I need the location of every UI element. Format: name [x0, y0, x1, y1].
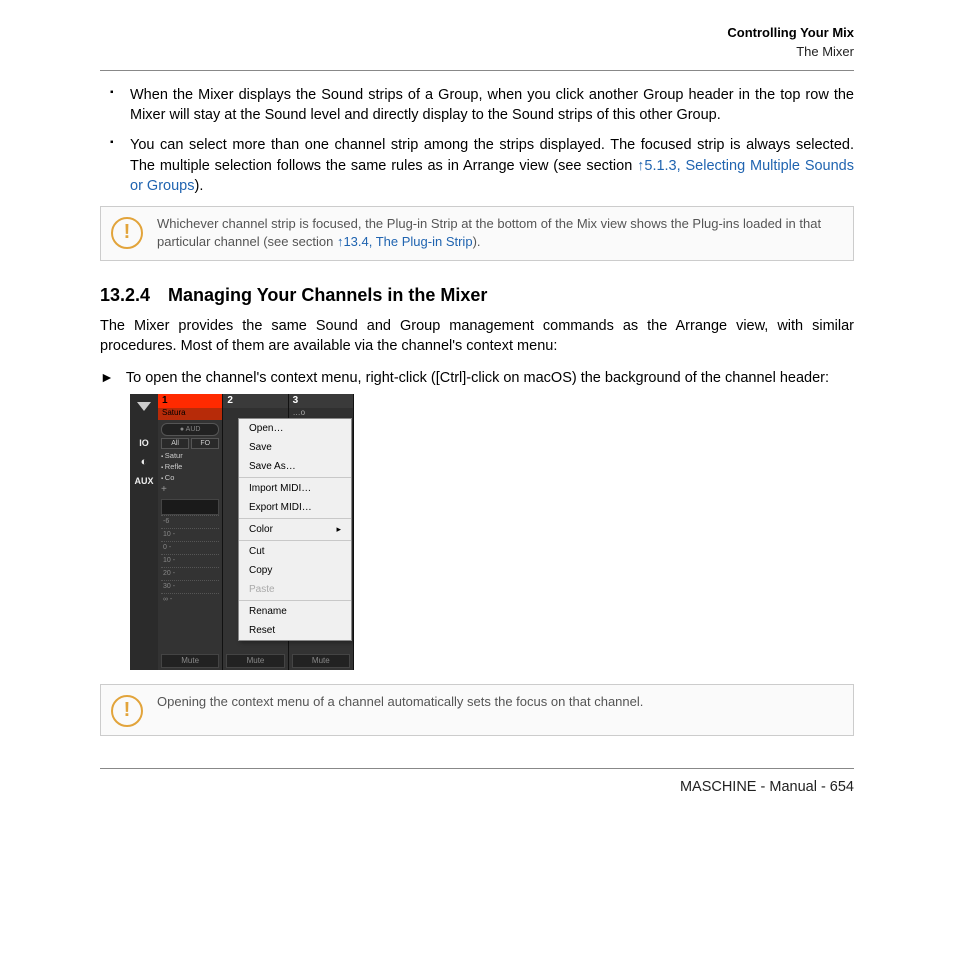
note1-text-b: ).: [473, 234, 481, 249]
header-rule: [100, 70, 854, 71]
ch1-add[interactable]: +: [161, 484, 222, 495]
note-focus: ! Opening the context menu of a channel …: [100, 684, 854, 736]
menu-item: Paste: [239, 580, 351, 599]
ch1-number: 1: [158, 394, 222, 408]
header-title: Controlling Your Mix: [100, 24, 854, 43]
collapse-icon[interactable]: [137, 402, 151, 411]
bullet-2-text-b: ).: [194, 178, 203, 194]
bullet-1: When the Mixer displays the Sound strips…: [126, 85, 854, 126]
ch1-name: Satura: [158, 408, 222, 420]
alert-icon: !: [111, 217, 143, 249]
menu-item[interactable]: Save: [239, 438, 351, 457]
menu-item[interactable]: Cut: [239, 542, 351, 561]
menu-item[interactable]: Export MIDI…: [239, 498, 351, 517]
menu-item[interactable]: Reset: [239, 621, 351, 640]
section-intro: The Mixer provides the same Sound and Gr…: [100, 316, 854, 357]
step-arrow-icon: ►: [100, 369, 114, 385]
ch1-knob[interactable]: [161, 499, 219, 515]
section-number: 13.2.4: [100, 285, 150, 305]
menu-item[interactable]: Save As…: [239, 457, 351, 476]
menu-item[interactable]: Import MIDI…: [239, 479, 351, 498]
menu-item[interactable]: Copy: [239, 561, 351, 580]
ch1-all[interactable]: All: [161, 438, 189, 449]
note1-text-a: Whichever channel strip is focused, the …: [157, 216, 821, 249]
step-1-text: To open the channel's context menu, righ…: [126, 368, 854, 388]
alert-icon: !: [111, 695, 143, 727]
plug-icon-label[interactable]: ◐: [130, 456, 158, 468]
note2-text: Opening the context menu of a channel au…: [157, 693, 643, 711]
page-footer: MASCHINE - Manual - 654: [100, 779, 854, 795]
ch1-audio-pill[interactable]: ● AUD: [161, 423, 219, 436]
menu-item[interactable]: Color: [239, 520, 351, 539]
ch1-scale: -6 10 - 0 - 10 - 20 - 30 - ∞ -: [161, 515, 219, 606]
channel-strip-1[interactable]: 1 Satura ● AUD AllFO Satur Refle Co + -6…: [158, 394, 223, 670]
note-plugin-strip: ! Whichever channel strip is focused, th…: [100, 206, 854, 260]
context-menu: Open…SaveSave As… Import MIDI…Export MIDI…: [238, 418, 352, 641]
section-heading: 13.2.4 Managing Your Channels in the Mixe…: [100, 285, 854, 306]
ch1-mute[interactable]: Mute: [161, 654, 219, 668]
menu-item[interactable]: Rename: [239, 602, 351, 621]
menu-item[interactable]: Open…: [239, 419, 351, 438]
link-plugin-strip[interactable]: ↑13.4, The Plug-in Strip: [337, 234, 473, 249]
ch3-mute[interactable]: Mute: [292, 654, 350, 668]
ch2-mute[interactable]: Mute: [226, 654, 284, 668]
section-title: Managing Your Channels in the Mixer: [168, 285, 487, 305]
io-label[interactable]: IO: [130, 438, 158, 448]
bullet-2: You can select more than one channel str…: [126, 135, 854, 196]
footer-rule: [100, 768, 854, 769]
header-subtitle: The Mixer: [100, 43, 854, 62]
aux-label[interactable]: AUX: [130, 476, 158, 486]
ch2-number: 2: [223, 394, 287, 408]
ch3-number: 3: [289, 394, 353, 408]
ch1-fo[interactable]: FO: [191, 438, 219, 449]
mixer-screenshot: IO ◐ AUX 1 Satura ● AUD AllFO Satur Refl…: [130, 394, 354, 670]
ch1-plugins: Satur Refle Co: [161, 451, 219, 484]
